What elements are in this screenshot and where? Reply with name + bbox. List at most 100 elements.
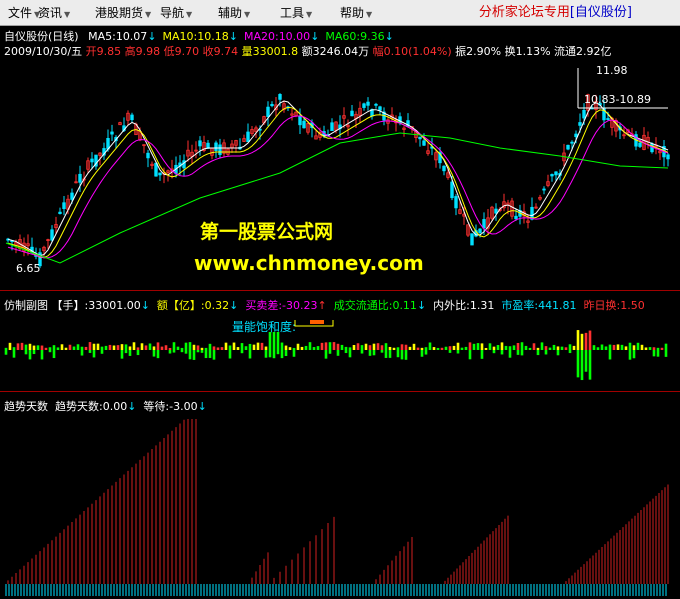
low-label: 低 — [163, 45, 175, 58]
volume-bar — [40, 345, 44, 350]
volume-bar — [216, 347, 220, 350]
volume-bar-neg — [380, 350, 384, 353]
volume-bar — [68, 344, 72, 350]
menu-item-label: 港股期货 — [95, 6, 144, 20]
volume-bar — [656, 347, 660, 350]
volume-bar-neg — [360, 350, 364, 354]
volume-bar-neg — [228, 350, 232, 359]
volume-bar — [448, 346, 452, 350]
menu-item-6[interactable]: 帮助 ▼ — [340, 0, 372, 26]
volume-bar — [476, 343, 480, 350]
volume-bar-neg — [656, 350, 660, 357]
low-marker: 6.65 — [16, 262, 41, 275]
candle-body — [378, 106, 382, 111]
candle-body — [482, 219, 486, 229]
volume-bar — [452, 345, 456, 350]
volume-bar-neg — [136, 350, 140, 356]
candle-body — [450, 181, 454, 199]
close-value: 9.74 — [213, 45, 239, 58]
candle-body — [298, 115, 302, 126]
volume-chart[interactable] — [0, 320, 680, 390]
volume-bar-neg — [456, 350, 460, 354]
volume-bar — [588, 330, 592, 350]
volume-bar — [508, 346, 512, 350]
volume-bar — [176, 346, 180, 350]
candle-body — [574, 133, 578, 138]
volume-bar-neg — [120, 350, 124, 359]
volume-bar — [88, 342, 92, 350]
sub1-inner-outer: 内外比:1.31 — [433, 299, 495, 312]
volume-bar — [392, 347, 396, 350]
candle-body — [154, 162, 158, 177]
volume-bar — [620, 344, 624, 350]
candle-body — [362, 103, 366, 108]
volume-bar — [220, 347, 224, 350]
volume-bar — [540, 342, 544, 350]
volume-bar — [128, 346, 132, 350]
volume-bar — [568, 344, 572, 350]
volume-bar — [604, 346, 608, 350]
volume-bar-neg — [4, 350, 8, 355]
menu-item-1[interactable]: 资讯 ▼ — [38, 0, 70, 26]
volume-bar-neg — [664, 350, 668, 357]
trend-days-chart[interactable] — [0, 412, 680, 597]
menu-item-4[interactable]: 辅助 ▼ — [218, 0, 250, 26]
volume-bar-neg — [372, 350, 376, 356]
volume-bar-neg — [608, 350, 612, 360]
volume-bar — [364, 343, 368, 350]
volume-bar — [524, 345, 528, 350]
candle-body — [514, 215, 518, 220]
menu-item-3[interactable]: 导航 ▼ — [160, 0, 192, 26]
volume-bar — [104, 345, 108, 350]
volume-bar-neg — [172, 350, 176, 353]
volume-bar-neg — [240, 350, 244, 354]
divider-2 — [0, 391, 680, 392]
volume-bar — [608, 344, 612, 350]
low-value: 9.70 — [174, 45, 200, 58]
sub1-amt: :0.32 — [200, 299, 230, 312]
volume-bar — [116, 345, 120, 350]
volume-bar — [380, 345, 384, 350]
chevron-down-icon: ▼ — [366, 10, 373, 19]
volume-bar — [464, 346, 468, 350]
candle-body — [62, 202, 66, 209]
volume-bar — [616, 344, 620, 350]
volume-bar-neg — [188, 350, 192, 360]
volume-bar-neg — [180, 350, 184, 353]
candle-body — [218, 144, 222, 155]
candle-body — [638, 142, 642, 147]
down-arrow-icon: ↓ — [384, 30, 394, 43]
sub1-pe: 市盈率:441.81 — [501, 299, 577, 312]
volume-bar — [372, 343, 376, 350]
volume-bar — [212, 346, 216, 350]
candle-body — [266, 106, 270, 117]
volume-bar — [436, 347, 440, 350]
volume-bar — [460, 347, 464, 350]
volume-bar — [196, 345, 200, 350]
volume-bar-neg — [276, 350, 280, 355]
volume-bar — [484, 347, 488, 350]
volume-bar — [12, 347, 16, 350]
candle-body — [422, 140, 426, 146]
volume-bar — [332, 342, 336, 350]
volume-bar — [408, 346, 412, 350]
ma-label-3: MA60:9.36 — [325, 30, 385, 43]
volume-bar — [240, 343, 244, 350]
high-label: 高 — [124, 45, 136, 58]
volume-bar — [564, 347, 568, 350]
menu-item-0[interactable]: 文件 ▼ — [8, 0, 40, 26]
volume-bar — [308, 342, 312, 350]
volume-bar — [520, 342, 524, 350]
amplitude: 振2.90% — [455, 45, 502, 58]
volume-bar-neg — [128, 350, 132, 356]
volume-bar — [664, 343, 668, 350]
volume-bar-neg — [24, 350, 28, 355]
menu-item-5[interactable]: 工具 ▼ — [280, 0, 312, 26]
volume-bar — [72, 346, 76, 350]
candle-body — [374, 103, 378, 106]
candle-body — [494, 208, 498, 214]
volume-bar-neg — [468, 350, 472, 360]
volume-bar — [172, 342, 176, 350]
menu-item-2[interactable]: 港股期货 ▼ — [95, 0, 151, 26]
quote-info: 2009/10/30/五 开9.85 高9.98 低9.70 收9.74 量33… — [4, 43, 612, 59]
